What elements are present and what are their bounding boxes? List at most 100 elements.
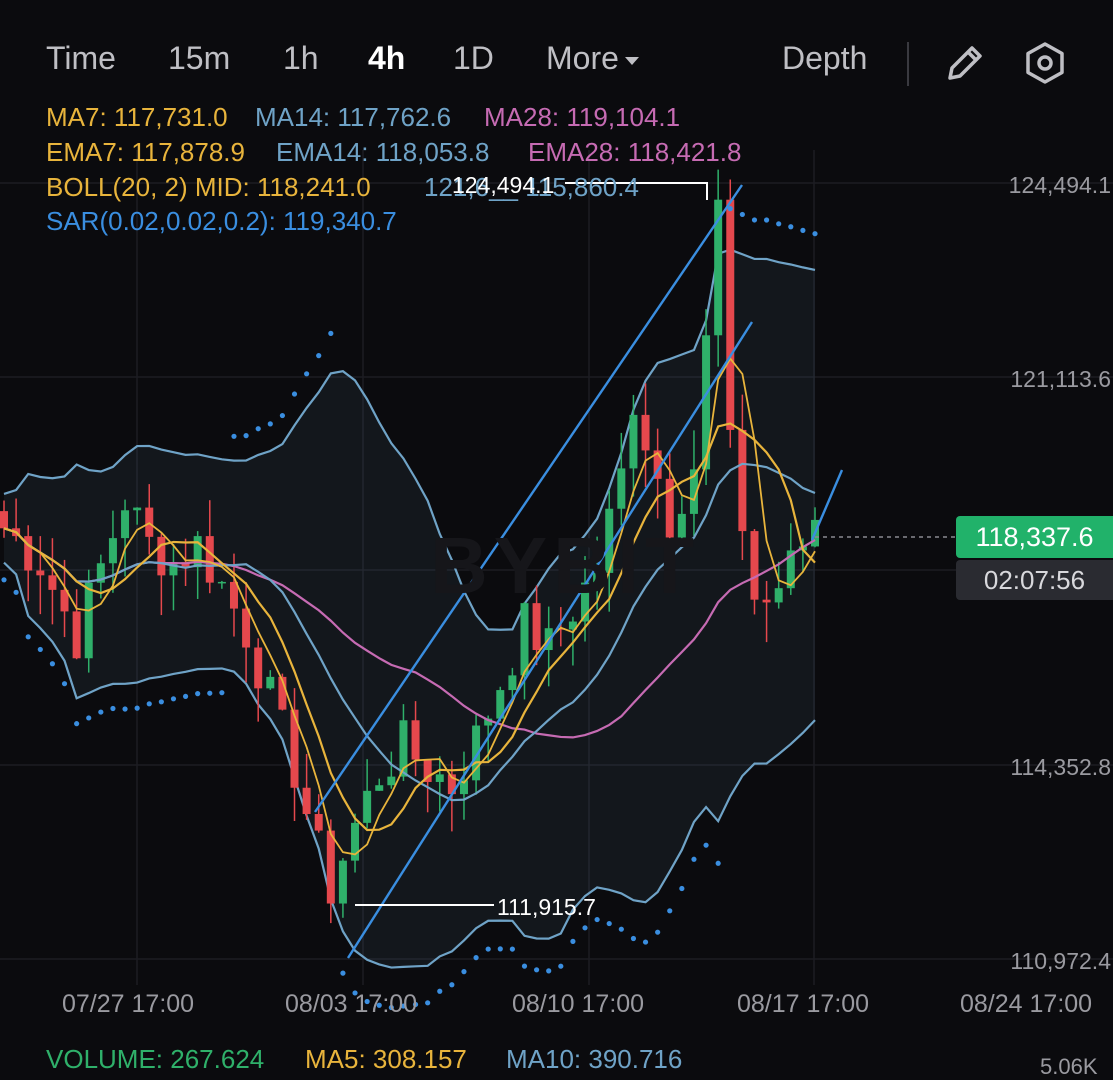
ma7-value: MA7: 117,731.0 xyxy=(46,102,228,132)
candle-body xyxy=(326,830,335,904)
sar-dot xyxy=(49,661,56,667)
sar-dot xyxy=(86,715,92,721)
sar-dot xyxy=(606,920,612,927)
candle-body xyxy=(508,675,517,691)
candle-body xyxy=(242,608,251,648)
sar-dot xyxy=(751,217,758,223)
tab-1d[interactable]: 1D xyxy=(453,40,494,77)
ma28-value: MA28: 119,104.1 xyxy=(484,102,681,132)
interval-toolbar: Time 15m 1h 4h 1D More Depth xyxy=(0,0,1113,110)
sar-dot xyxy=(243,433,249,439)
candle-body xyxy=(411,720,420,760)
sar-dot xyxy=(182,693,189,700)
hexagon-settings-icon[interactable] xyxy=(1022,40,1068,86)
sar-dot xyxy=(255,426,261,432)
sar-dot xyxy=(739,211,745,218)
y-tick-3: 114,352.8 xyxy=(1010,754,1111,780)
sar-dot xyxy=(679,885,685,892)
sar-dot xyxy=(691,856,697,862)
sar-dot xyxy=(207,690,213,696)
sar-dot xyxy=(158,699,164,705)
candle-body xyxy=(314,814,323,831)
candle-body xyxy=(375,785,384,791)
x-tick-3: 08/10 17:00 xyxy=(512,990,645,1018)
tab-time[interactable]: Time xyxy=(46,40,116,77)
low-price-marker: 111,915.7 xyxy=(497,894,596,920)
sar-dot xyxy=(425,1000,431,1006)
candle-body xyxy=(157,536,166,576)
sar-dot xyxy=(328,330,334,336)
sar-dot xyxy=(642,939,649,945)
candle-body xyxy=(217,581,226,584)
candle-countdown: 02:07:56 xyxy=(956,560,1113,600)
sar-dot xyxy=(776,221,782,227)
sar-dot xyxy=(74,721,80,727)
sar-dot xyxy=(667,908,673,914)
candle-body xyxy=(48,575,57,590)
sar-dot xyxy=(170,696,177,702)
candle-body xyxy=(254,647,263,689)
tab-1h[interactable]: 1h xyxy=(283,40,319,77)
pencil-icon[interactable] xyxy=(942,40,988,86)
candle-body xyxy=(121,510,130,539)
ema28-value: EMA28: 118,421.8 xyxy=(528,137,742,167)
sar-dot xyxy=(473,955,479,961)
candle-body xyxy=(363,790,372,823)
ema14-value: EMA14: 118,053.8 xyxy=(276,137,490,167)
candle-body xyxy=(738,429,747,532)
sar-dot xyxy=(449,982,455,988)
sar-dot xyxy=(304,371,310,377)
candle-body xyxy=(108,538,117,564)
tab-4h[interactable]: 4h xyxy=(368,40,405,77)
tab-more[interactable]: More xyxy=(546,40,639,77)
volume-scale: 5.06K xyxy=(1040,1054,1098,1079)
high-price-marker: 124,494.1 xyxy=(452,172,555,198)
sar-dot xyxy=(146,701,152,707)
sar-dot xyxy=(533,967,540,973)
watermark: BYBIT xyxy=(430,521,700,610)
sar-dot xyxy=(219,690,225,696)
candle-body xyxy=(266,676,275,689)
candle-body xyxy=(72,611,81,659)
more-label: More xyxy=(546,40,619,76)
y-tick-4: 110,972.4 xyxy=(1010,948,1111,974)
x-tick-4: 08/17 17:00 xyxy=(737,990,870,1018)
sar-dot xyxy=(122,706,128,712)
sar-dot xyxy=(1,577,7,583)
last-price-badge: 118,337.6 xyxy=(956,516,1113,558)
sar-dot xyxy=(61,681,68,687)
volume-ma10: MA10: 390.716 xyxy=(506,1044,683,1074)
sar-dot xyxy=(267,421,273,427)
sar-dot xyxy=(279,412,286,419)
volume-ma5: MA5: 308.157 xyxy=(305,1044,467,1074)
sar-dot xyxy=(461,969,467,975)
sar-dot xyxy=(630,935,637,942)
ema7-value: EMA7: 117,878.9 xyxy=(46,137,245,167)
sar-dot xyxy=(812,231,818,237)
candle-body xyxy=(774,588,783,603)
candle-body xyxy=(205,536,214,583)
candle-body xyxy=(338,860,347,904)
candle-body xyxy=(726,199,735,430)
candle-body xyxy=(36,570,45,576)
sar-dot xyxy=(715,860,721,866)
sar-dot xyxy=(655,929,661,935)
candle-body xyxy=(133,507,142,511)
sar-value: SAR(0.02,0.02,0.2): 119,340.7 xyxy=(46,206,397,236)
volume-value: VOLUME: 267.624 xyxy=(46,1044,265,1074)
sar-dot xyxy=(800,227,806,233)
candle-body xyxy=(435,774,444,782)
candle-body xyxy=(750,531,759,600)
sar-dot xyxy=(558,963,564,969)
sar-dot xyxy=(546,968,552,974)
sar-dot xyxy=(509,946,515,952)
sar-dot xyxy=(570,938,576,944)
sar-dot xyxy=(703,842,709,848)
y-tick-2: 121,113.6 xyxy=(1010,366,1111,392)
depth-button[interactable]: Depth xyxy=(782,40,867,77)
sar-dot xyxy=(25,634,31,640)
tab-15m[interactable]: 15m xyxy=(168,40,230,77)
candle-body xyxy=(520,603,529,676)
candle-body xyxy=(387,776,396,786)
x-tick-1: 07/27 17:00 xyxy=(62,990,195,1018)
